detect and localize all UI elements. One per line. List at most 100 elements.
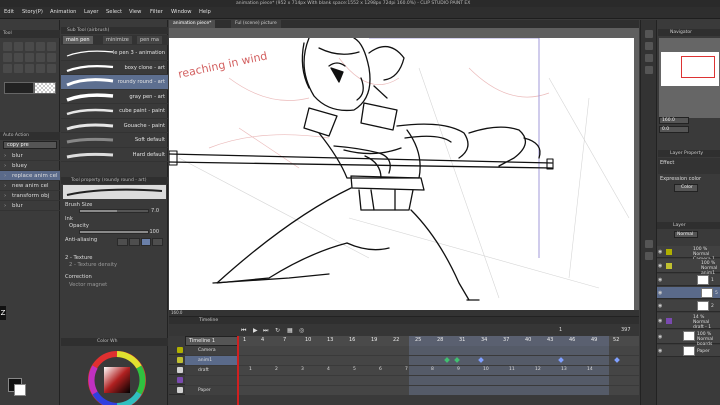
brush-item[interactable]: cube paint - paint xyxy=(61,104,168,119)
layer-item[interactable]: ◉ 100 % Normal anim1 xyxy=(657,259,720,276)
rewind-icon[interactable]: ⏮ xyxy=(241,327,246,335)
brush-item[interactable]: gray pen - art xyxy=(61,90,168,104)
eye-icon[interactable]: ◉ xyxy=(658,249,664,255)
layer-item[interactable]: ◉ 100 % Normal boards xyxy=(657,330,720,347)
eye-icon[interactable]: ◉ xyxy=(658,348,664,354)
tab-document-2[interactable]: Ful (scene) picture xyxy=(231,20,281,28)
list-item[interactable]: › blur xyxy=(0,201,60,211)
track-cells[interactable]: 1 2 3 4 5 6 7 8 9 10 11 12 13 14 xyxy=(239,366,639,375)
menu-filter[interactable]: Filter xyxy=(150,9,163,15)
opacity-slider[interactable] xyxy=(79,230,149,234)
layer-search-icon[interactable] xyxy=(645,66,653,74)
anti-alias-medium-button[interactable] xyxy=(140,238,152,246)
track-paper[interactable]: Paper xyxy=(169,386,639,395)
history-tab-icon[interactable] xyxy=(645,54,653,62)
navigator-angle-field[interactable]: 0.0 xyxy=(659,126,689,133)
menu-layer[interactable]: Layer xyxy=(84,9,98,15)
keyframe-icon[interactable] xyxy=(614,357,620,363)
operation-tool-icon[interactable] xyxy=(25,42,34,51)
track-draft[interactable]: draft 1 2 3 4 5 6 7 8 9 10 11 12 13 14 xyxy=(169,366,639,375)
canvas-paper[interactable]: reaching in wind xyxy=(168,37,634,310)
expression-color-dropdown[interactable]: Color xyxy=(674,184,698,192)
move-layer-icon[interactable] xyxy=(36,42,45,51)
track-anim1[interactable]: anim1 xyxy=(169,356,639,365)
navigator-view-frame[interactable] xyxy=(681,56,715,78)
blend-tool-icon[interactable] xyxy=(25,64,34,73)
eye-icon[interactable]: ◉ xyxy=(658,290,664,296)
tab-pen-ma[interactable]: pen ma xyxy=(137,36,162,44)
menu-window[interactable]: Window xyxy=(171,9,191,15)
tab-main-pen[interactable]: main pen xyxy=(63,36,93,44)
blend-mode-dropdown[interactable]: Normal xyxy=(674,231,698,238)
eye-icon[interactable]: ◉ xyxy=(658,263,664,269)
eye-icon[interactable]: ◉ xyxy=(658,277,664,283)
layer-property-icon[interactable] xyxy=(645,252,653,260)
pen-tool-icon[interactable] xyxy=(25,53,34,62)
brush-item[interactable]: boxy clone - art xyxy=(61,61,168,75)
eyedropper-icon[interactable] xyxy=(14,53,23,62)
track-folder[interactable] xyxy=(169,376,639,385)
new-cel-icon[interactable]: ▦ xyxy=(287,327,293,334)
play-icon[interactable]: ▶ xyxy=(253,327,258,334)
brush-tool-icon[interactable] xyxy=(47,53,56,62)
brush-item[interactable]: roundy round - art xyxy=(61,75,168,90)
layer-item[interactable]: ◉ 14 % Normal draft - 1 xyxy=(657,313,720,330)
color-wheel[interactable] xyxy=(87,350,147,405)
brush-item[interactable]: le pen 3 - animation xyxy=(61,46,168,61)
tab-minimize[interactable]: minimize xyxy=(103,36,132,44)
navigator-preview[interactable] xyxy=(659,38,720,118)
menu-animation[interactable]: Animation xyxy=(50,9,76,15)
airbrush-tool-icon[interactable] xyxy=(3,64,12,73)
eye-icon[interactable]: ◉ xyxy=(658,334,664,340)
layer-item[interactable]: ◉ 5 xyxy=(657,287,720,299)
anti-alias-none-button[interactable] xyxy=(117,238,128,246)
canvas-area[interactable]: reaching in wind xyxy=(168,28,639,310)
background-color-icon[interactable] xyxy=(14,384,26,396)
track-cells[interactable] xyxy=(239,346,639,355)
auto-action-dropdown[interactable]: copy pre xyxy=(3,141,57,149)
layer-item[interactable]: ◉ 1 xyxy=(657,274,720,286)
text-tool-icon[interactable] xyxy=(47,64,56,73)
fill-tool-icon[interactable] xyxy=(36,64,45,73)
anti-alias-weak-button[interactable] xyxy=(128,238,140,246)
move-tool-icon[interactable] xyxy=(14,42,23,51)
list-item[interactable]: › new anim cel xyxy=(0,181,60,191)
eraser-tool-icon[interactable] xyxy=(14,64,23,73)
track-cells[interactable] xyxy=(239,376,639,385)
selection-tool-icon[interactable] xyxy=(47,42,56,51)
list-item[interactable]: › transform obj xyxy=(0,191,60,201)
track-cells[interactable] xyxy=(239,356,639,365)
menu-select[interactable]: Select xyxy=(106,9,122,15)
auto-select-icon[interactable] xyxy=(3,53,12,62)
step-forward-icon[interactable]: ⏭ xyxy=(263,327,268,335)
reference-tab-icon[interactable] xyxy=(645,42,653,50)
anti-alias-strong-button[interactable] xyxy=(152,238,163,246)
list-item[interactable]: › blur xyxy=(0,151,60,161)
main-color-swatch[interactable] xyxy=(4,82,34,94)
timeline-select[interactable]: Timeline 1 xyxy=(185,336,239,346)
eye-icon[interactable]: ◉ xyxy=(658,318,664,324)
track-camera[interactable]: Camera xyxy=(169,346,639,355)
transparent-color-swatch[interactable] xyxy=(34,82,56,94)
layer-item[interactable]: ◉ 2 xyxy=(657,300,720,312)
brush-item[interactable]: Hard default xyxy=(61,148,168,162)
brush-size-slider[interactable] xyxy=(79,209,149,213)
layer-panel-icon[interactable] xyxy=(645,240,653,248)
menu-help[interactable]: Help xyxy=(199,9,211,15)
menu-story[interactable]: Story(P) xyxy=(22,9,43,15)
list-item[interactable]: › bluey xyxy=(0,161,60,171)
brush-item[interactable]: Gouache - paint xyxy=(61,119,168,133)
tab-document-main[interactable]: animation piece* xyxy=(169,20,216,28)
brush-item[interactable]: Soft default xyxy=(61,133,168,148)
playhead[interactable] xyxy=(237,336,239,405)
menu-edit[interactable]: Edit xyxy=(4,9,14,15)
pencil-tool-icon[interactable] xyxy=(36,53,45,62)
track-cells[interactable] xyxy=(239,386,639,395)
loop-icon[interactable]: ↻ xyxy=(275,327,280,334)
menu-view[interactable]: View xyxy=(129,9,141,15)
layer-item[interactable]: ◉ Paper xyxy=(657,345,720,357)
zoom-tool-icon[interactable] xyxy=(3,42,12,51)
navigator-zoom-field[interactable]: 160.0 xyxy=(659,117,689,124)
onion-skin-icon[interactable]: ◎ xyxy=(299,327,304,334)
eye-icon[interactable]: ◉ xyxy=(658,303,664,309)
